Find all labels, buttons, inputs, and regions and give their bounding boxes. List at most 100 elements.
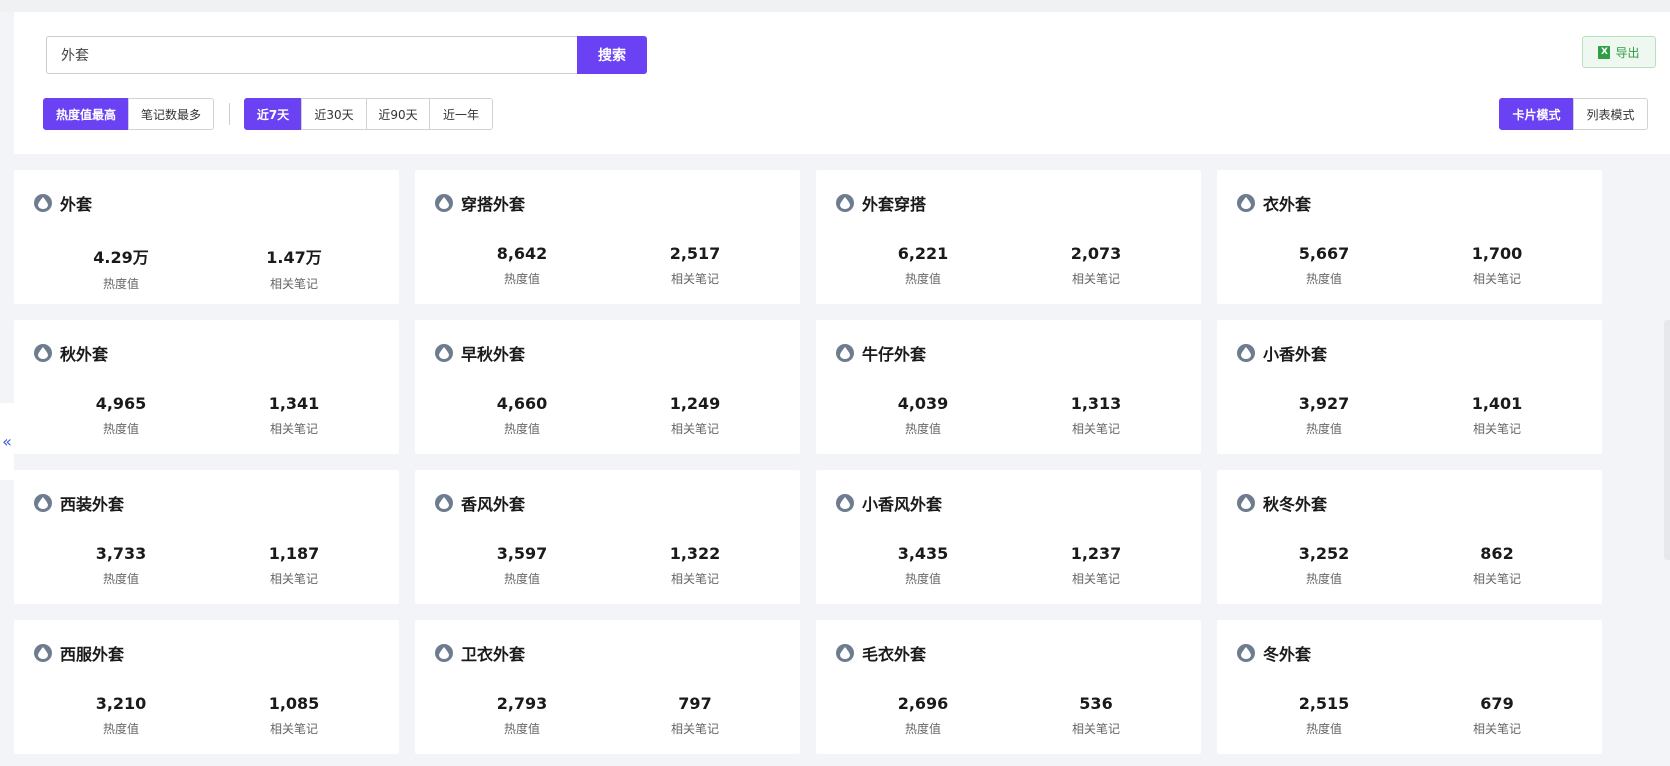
notes-label: 相关笔记	[1472, 272, 1521, 286]
keyword-card[interactable]: 秋外套 4,965 热度值 1,341 相关笔记	[14, 320, 399, 454]
card-title: 穿搭外套	[461, 195, 526, 214]
heat-drop-icon	[34, 194, 52, 212]
heat-stat: 2,515 热度值	[1264, 694, 1384, 737]
notes-stat: 1,085 相关笔记	[234, 694, 354, 737]
keyword-card[interactable]: 卫衣外套 2,793 热度值 797 相关笔记	[415, 620, 800, 754]
heat-value: 2,515	[1298, 694, 1350, 713]
notes-value: 1,085	[268, 694, 320, 713]
heat-label: 热度值	[1305, 422, 1342, 436]
card-header: 卫衣外套	[435, 641, 525, 665]
keyword-card[interactable]: 冬外套 2,515 热度值 679 相关笔记	[1217, 620, 1602, 754]
collapse-sidebar-button[interactable]: «	[0, 403, 14, 480]
tab-range-7d[interactable]: 近7天	[244, 98, 302, 130]
card-title: 秋外套	[60, 345, 109, 364]
heat-value: 2,696	[897, 694, 949, 713]
heat-drop-icon	[836, 194, 854, 212]
heat-drop-icon	[34, 644, 52, 662]
tab-sort-heat[interactable]: 热度值最高	[43, 98, 129, 130]
heat-value: 5,667	[1298, 244, 1350, 263]
heat-stat: 6,221 热度值	[863, 244, 983, 287]
tab-range-30d[interactable]: 近30天	[301, 98, 367, 130]
card-title: 早秋外套	[461, 345, 526, 364]
card-header: 西装外套	[34, 491, 124, 515]
right-edge-handle[interactable]	[1664, 320, 1670, 560]
tab-card-view[interactable]: 卡片模式	[1499, 98, 1574, 130]
view-tabs: 卡片模式 列表模式	[1499, 98, 1648, 130]
heat-drop-icon	[34, 494, 52, 512]
heat-drop-icon	[1237, 194, 1255, 212]
notes-value: 2,517	[669, 244, 721, 263]
search-input[interactable]	[46, 36, 577, 74]
heat-value: 4,660	[496, 394, 548, 413]
tab-range-1y[interactable]: 近一年	[429, 98, 493, 130]
keyword-card[interactable]: 早秋外套 4,660 热度值 1,249 相关笔记	[415, 320, 800, 454]
heat-label: 热度值	[1305, 572, 1342, 586]
notes-value: 2,073	[1070, 244, 1122, 263]
notes-value: 536	[1079, 694, 1113, 713]
notes-value: 1.47万	[266, 248, 322, 267]
card-header: 牛仔外套	[836, 341, 926, 365]
keyword-card[interactable]: 秋冬外套 3,252 热度值 862 相关笔记	[1217, 470, 1602, 604]
heat-stat: 3,252 热度值	[1264, 544, 1384, 587]
heat-drop-icon	[836, 644, 854, 662]
keyword-card[interactable]: 西服外套 3,210 热度值 1,085 相关笔记	[14, 620, 399, 754]
notes-stat: 1,313 相关笔记	[1036, 394, 1156, 437]
heat-label: 热度值	[904, 272, 941, 286]
keyword-card[interactable]: 香风外套 3,597 热度值 1,322 相关笔记	[415, 470, 800, 604]
keyword-card[interactable]: 小香风外套 3,435 热度值 1,237 相关笔记	[816, 470, 1201, 604]
card-header: 小香外套	[1237, 341, 1327, 365]
heat-drop-icon	[435, 494, 453, 512]
keyword-card[interactable]: 外套 4.29万 热度值 1.47万 相关笔记	[14, 170, 399, 304]
notes-stat: 1,322 相关笔记	[635, 544, 755, 587]
notes-label: 相关笔记	[670, 572, 719, 586]
tab-range-90d[interactable]: 近90天	[366, 98, 430, 130]
notes-value: 1,700	[1471, 244, 1523, 263]
heat-drop-icon	[435, 344, 453, 362]
card-title: 外套穿搭	[862, 195, 927, 214]
heat-drop-icon	[34, 344, 52, 362]
notes-label: 相关笔记	[269, 422, 318, 436]
keyword-card-grid: 外套 4.29万 热度值 1.47万 相关笔记 穿搭外套 8,642 热度值 2…	[14, 170, 1602, 754]
keyword-card[interactable]: 衣外套 5,667 热度值 1,700 相关笔记	[1217, 170, 1602, 304]
card-title: 小香风外套	[862, 495, 943, 514]
card-title: 西服外套	[60, 645, 125, 664]
notes-value: 797	[678, 694, 712, 713]
export-button[interactable]: X 导出	[1582, 36, 1656, 68]
card-header: 外套穿搭	[836, 191, 926, 215]
filter-panel: 搜索 X 导出 热度值最高 笔记数最多 近7天 近30天 近90天 近一年 卡片…	[14, 12, 1670, 154]
sort-tabs: 热度值最高 笔记数最多	[43, 98, 214, 130]
notes-label: 相关笔记	[670, 422, 719, 436]
keyword-card[interactable]: 穿搭外套 8,642 热度值 2,517 相关笔记	[415, 170, 800, 304]
notes-stat: 1,401 相关笔记	[1437, 394, 1557, 437]
card-title: 西装外套	[60, 495, 125, 514]
heat-value: 3,733	[95, 544, 147, 563]
tab-sort-notes[interactable]: 笔记数最多	[128, 98, 214, 130]
keyword-card[interactable]: 毛衣外套 2,696 热度值 536 相关笔记	[816, 620, 1201, 754]
heat-label: 热度值	[904, 422, 941, 436]
notes-value: 1,401	[1471, 394, 1523, 413]
heat-label: 热度值	[904, 722, 941, 736]
heat-value: 3,597	[496, 544, 548, 563]
tab-list-view[interactable]: 列表模式	[1573, 98, 1648, 130]
notes-value: 1,187	[268, 544, 320, 563]
heat-stat: 8,642 热度值	[462, 244, 582, 287]
search-bar: 搜索	[46, 36, 647, 74]
search-button[interactable]: 搜索	[577, 36, 647, 74]
notes-label: 相关笔记	[269, 572, 318, 586]
heat-stat: 3,597 热度值	[462, 544, 582, 587]
card-title: 牛仔外套	[862, 345, 927, 364]
heat-label: 热度值	[904, 572, 941, 586]
heat-value: 4,039	[897, 394, 949, 413]
card-header: 秋外套	[34, 341, 108, 365]
keyword-card[interactable]: 小香外套 3,927 热度值 1,401 相关笔记	[1217, 320, 1602, 454]
card-title: 冬外套	[1263, 645, 1312, 664]
keyword-card[interactable]: 外套穿搭 6,221 热度值 2,073 相关笔记	[816, 170, 1201, 304]
card-title: 小香外套	[1263, 345, 1328, 364]
keyword-card[interactable]: 西装外套 3,733 热度值 1,187 相关笔记	[14, 470, 399, 604]
heat-label: 热度值	[503, 572, 540, 586]
heat-label: 热度值	[1305, 722, 1342, 736]
card-header: 早秋外套	[435, 341, 525, 365]
card-title: 毛衣外套	[862, 645, 927, 664]
notes-stat: 1,700 相关笔记	[1437, 244, 1557, 287]
keyword-card[interactable]: 牛仔外套 4,039 热度值 1,313 相关笔记	[816, 320, 1201, 454]
